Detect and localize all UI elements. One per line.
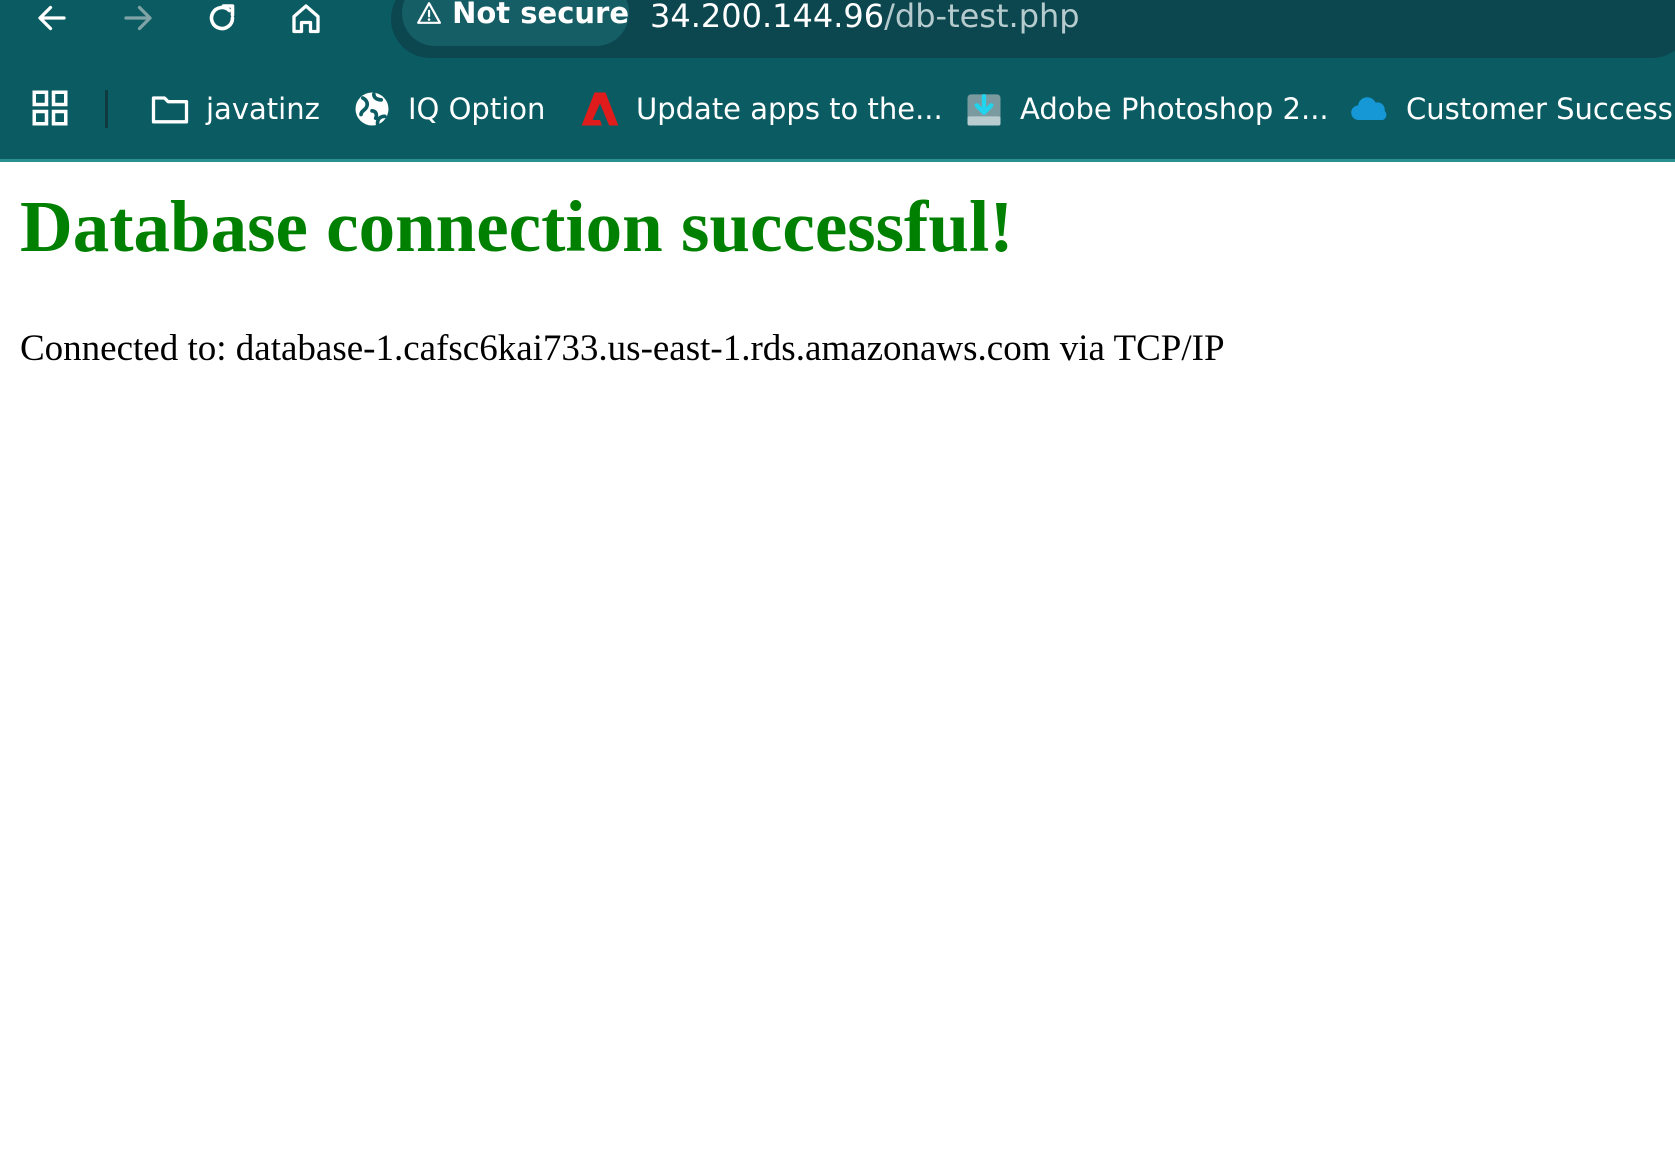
browser-chrome: Not secure 34.200.144.96/db-test.php jav… bbox=[0, 0, 1675, 162]
bookmark-label: Update apps to the... bbox=[636, 92, 943, 126]
bookmark-customer-success[interactable]: Customer Success S... bbox=[1348, 83, 1675, 135]
apps-button[interactable] bbox=[24, 82, 76, 134]
download-icon bbox=[962, 87, 1006, 131]
salesforce-cloud-icon bbox=[1348, 87, 1392, 131]
warning-triangle-icon bbox=[417, 2, 442, 24]
back-button[interactable] bbox=[28, 0, 76, 42]
bookmark-iq-option[interactable]: IQ Option bbox=[350, 83, 545, 135]
bookmark-label: IQ Option bbox=[408, 92, 546, 126]
security-indicator[interactable]: Not secure bbox=[402, 0, 629, 46]
arrow-left-icon bbox=[38, 5, 66, 31]
url-path: /db-test.php bbox=[884, 0, 1080, 35]
arrow-right-icon bbox=[124, 5, 152, 31]
security-label: Not secure bbox=[452, 0, 629, 30]
page-title: Database connection successful! bbox=[20, 186, 1014, 267]
reload-button[interactable] bbox=[198, 0, 246, 42]
bookmarks-separator bbox=[105, 90, 108, 128]
globe-icon bbox=[350, 87, 394, 131]
bookmark-javatinz[interactable]: javatinz bbox=[148, 83, 320, 135]
bookmark-update-apps[interactable]: Update apps to the... bbox=[578, 83, 943, 135]
apps-grid-icon bbox=[32, 90, 68, 126]
adobe-icon bbox=[578, 87, 622, 131]
home-button[interactable] bbox=[282, 0, 330, 42]
bookmark-label: Adobe Photoshop 2... bbox=[1020, 92, 1329, 126]
url-text[interactable]: 34.200.144.96/db-test.php bbox=[650, 0, 1080, 35]
page-content: Database connection successful! Connecte… bbox=[0, 162, 1675, 1162]
folder-icon bbox=[148, 87, 192, 131]
reload-icon bbox=[209, 4, 235, 31]
bookmark-label: javatinz bbox=[206, 92, 320, 126]
connection-status-text: Connected to: database-1.cafsc6kai733.us… bbox=[20, 328, 1225, 369]
url-host: 34.200.144.96 bbox=[650, 0, 885, 35]
home-icon bbox=[292, 4, 320, 34]
bookmark-label: Customer Success S... bbox=[1406, 92, 1675, 126]
bookmark-adobe-photoshop[interactable]: Adobe Photoshop 2... bbox=[962, 83, 1329, 135]
navigation-toolbar: Not secure 34.200.144.96/db-test.php bbox=[0, 0, 1675, 58]
forward-button[interactable] bbox=[114, 0, 162, 42]
